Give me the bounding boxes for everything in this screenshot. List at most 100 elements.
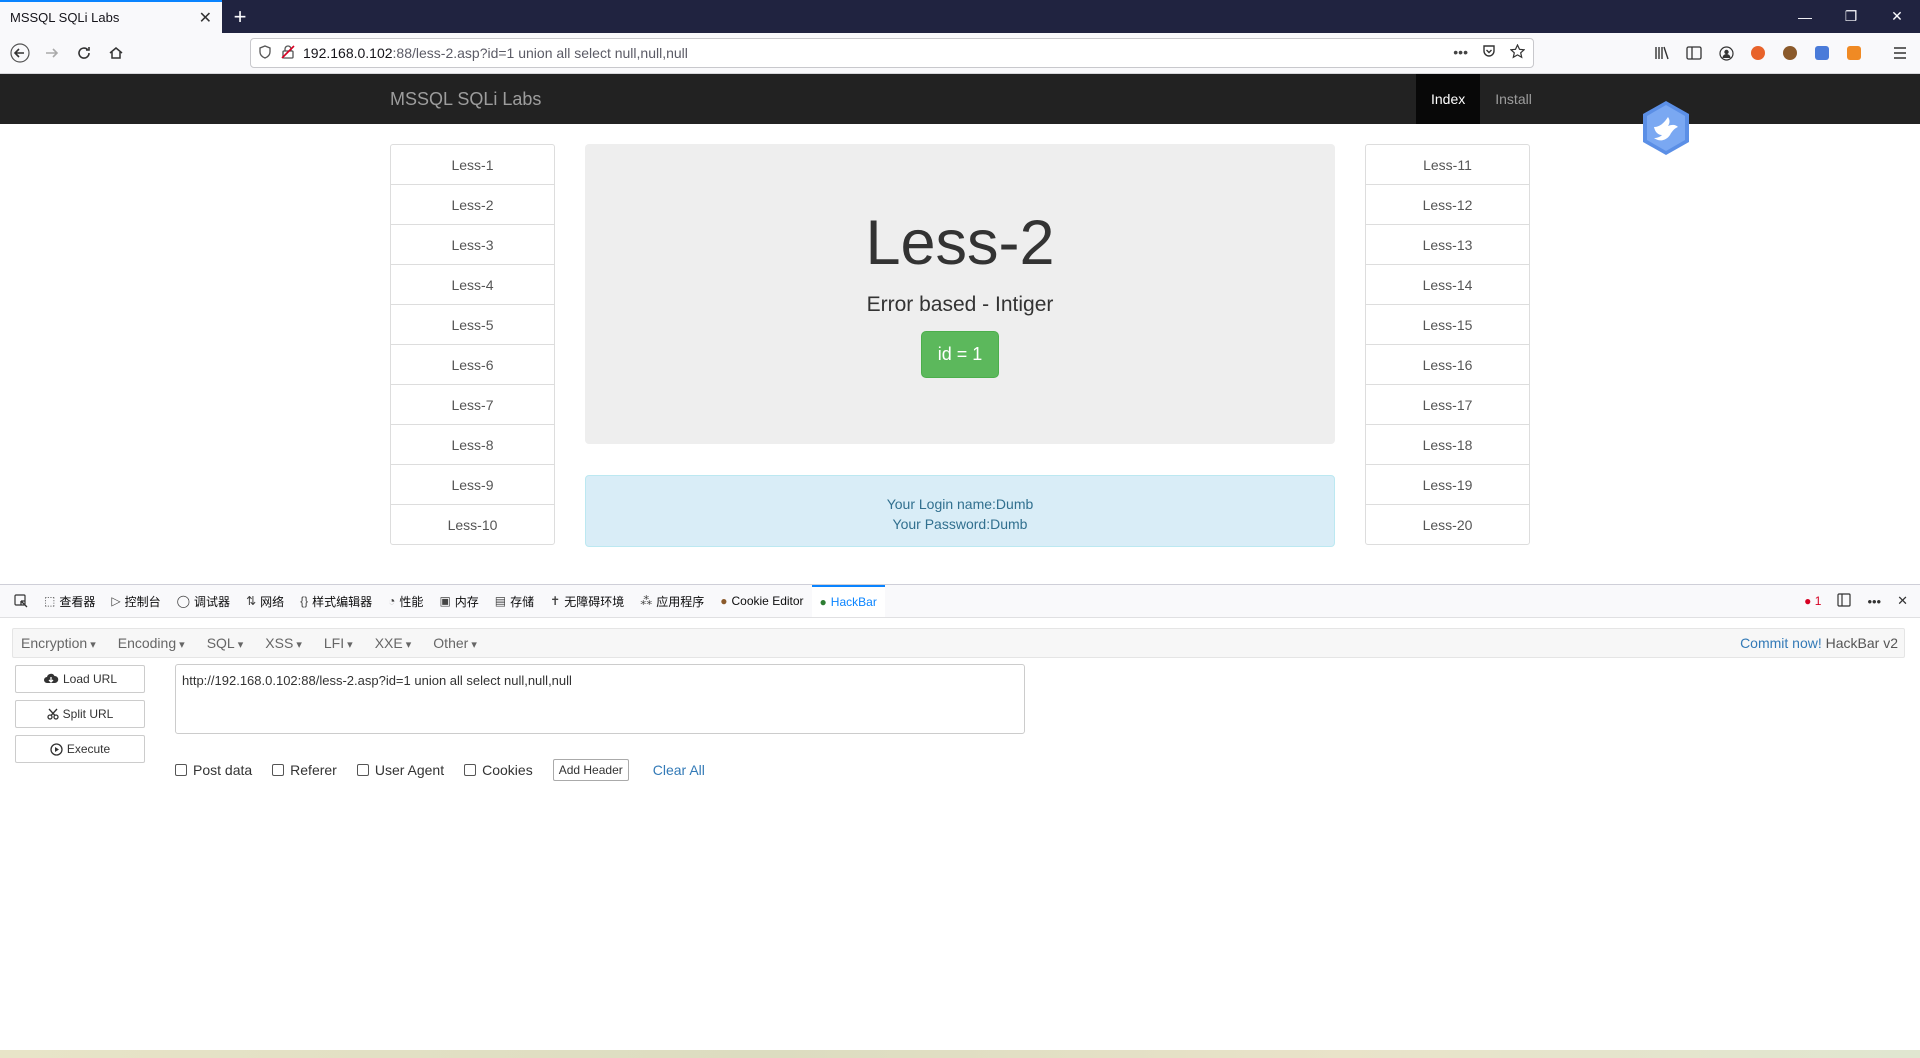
cloud-download-icon — [43, 673, 59, 683]
lesson-link[interactable]: Less-10 — [390, 504, 555, 545]
execute-button[interactable]: Execute — [15, 735, 145, 763]
console-icon: ▷ — [111, 594, 121, 608]
error-count-badge[interactable]: ● 1 — [1804, 594, 1821, 608]
menu-encryption[interactable]: Encryption — [21, 635, 96, 651]
lesson-link[interactable]: Less-7 — [390, 384, 555, 425]
close-tab-icon[interactable]: ✕ — [199, 8, 212, 28]
lesson-link[interactable]: Less-19 — [1365, 464, 1530, 505]
cookies-checkbox[interactable]: Cookies — [464, 762, 533, 778]
extension-icon-1[interactable] — [1746, 39, 1770, 67]
new-tab-button[interactable]: + — [222, 0, 258, 33]
add-header-button[interactable]: Add Header — [552, 759, 629, 781]
lesson-link[interactable]: Less-17 — [1365, 384, 1530, 425]
lesson-link[interactable]: Less-11 — [1365, 144, 1530, 185]
forward-arrow-icon[interactable] — [36, 37, 68, 69]
lesson-link[interactable]: Less-16 — [1365, 344, 1530, 385]
hackbar-icon: ● — [819, 595, 827, 609]
window-controls: — ❐ ✕ — [1782, 0, 1920, 33]
commit-now-link[interactable]: Commit now! — [1740, 635, 1822, 651]
lesson-link[interactable]: Less-8 — [390, 424, 555, 465]
tab-cookie-editor[interactable]: ● Cookie Editor — [712, 585, 811, 617]
lesson-link[interactable]: Less-6 — [390, 344, 555, 385]
back-arrow-icon[interactable] — [4, 37, 36, 69]
nav-index[interactable]: Index — [1416, 74, 1481, 124]
referer-checkbox[interactable]: Referer — [272, 762, 337, 778]
site-navbar: MSSQL SQLi Labs Index Install — [0, 74, 1920, 124]
bird-extension-icon[interactable] — [1640, 99, 1692, 157]
reload-icon[interactable] — [68, 37, 100, 69]
shield-icon[interactable] — [259, 44, 281, 62]
lesson-list-left: Less-1 Less-2 Less-3 Less-4 Less-5 Less-… — [390, 144, 555, 545]
nav-install[interactable]: Install — [1480, 74, 1547, 124]
menu-encoding[interactable]: Encoding — [118, 635, 185, 651]
tab-network[interactable]: ⇅ 网络 — [238, 585, 292, 617]
menu-other[interactable]: Other — [433, 635, 477, 651]
lesson-link[interactable]: Less-20 — [1365, 504, 1530, 545]
lesson-link[interactable]: Less-13 — [1365, 224, 1530, 265]
fox-icon[interactable] — [1842, 39, 1866, 67]
tab-console[interactable]: ▷ 控制台 — [103, 585, 168, 617]
lesson-link[interactable]: Less-18 — [1365, 424, 1530, 465]
tab-hackbar[interactable]: ● HackBar — [811, 585, 885, 617]
lesson-link[interactable]: Less-2 — [390, 184, 555, 225]
tab-memory[interactable]: ▣ 内存 — [431, 585, 486, 617]
lesson-link[interactable]: Less-4 — [390, 264, 555, 305]
insecure-lock-icon[interactable] — [281, 44, 303, 62]
style-editor-icon: {} — [300, 594, 309, 608]
tab-style-editor[interactable]: {} 样式编辑器 — [292, 585, 380, 617]
tab-application[interactable]: ⁂ 应用程序 — [632, 585, 712, 617]
inspector-icon: ⬚ — [44, 594, 56, 608]
lesson-link[interactable]: Less-3 — [390, 224, 555, 265]
sidebar-icon[interactable] — [1682, 39, 1706, 67]
lesson-link[interactable]: Less-9 — [390, 464, 555, 505]
menu-lfi[interactable]: LFI — [324, 635, 353, 651]
browser-tab-bar: MSSQL SQLi Labs ✕ + — ❐ ✕ — [0, 0, 1920, 33]
tab-inspector[interactable]: ⬚ 查看器 — [36, 585, 103, 617]
menu-xss[interactable]: XSS — [265, 635, 302, 651]
load-url-button[interactable]: Load URL — [15, 665, 145, 693]
url-host: 192.168.0.102 — [303, 45, 393, 61]
toolbar-extensions — [1650, 39, 1912, 67]
element-picker-icon[interactable] — [6, 585, 36, 617]
hackbar-url-input[interactable]: http://192.168.0.102:88/less-2.asp?id=1 … — [175, 664, 1025, 734]
tab-debugger[interactable]: ◯ 调试器 — [169, 585, 238, 617]
tab-performance[interactable]: ◔ 性能 — [380, 585, 431, 617]
site-brand[interactable]: MSSQL SQLi Labs — [390, 89, 541, 110]
lesson-link[interactable]: Less-12 — [1365, 184, 1530, 225]
user-agent-checkbox[interactable]: User Agent — [356, 762, 444, 778]
network-icon: ⇅ — [246, 594, 257, 608]
more-options-icon[interactable]: ••• — [1867, 594, 1881, 609]
dock-icon[interactable] — [1837, 592, 1852, 610]
bookmark-star-icon[interactable] — [1509, 43, 1526, 62]
taskbar-strip — [0, 1050, 1920, 1058]
lesson-link[interactable]: Less-5 — [390, 304, 555, 345]
pocket-icon[interactable] — [1482, 44, 1496, 62]
minimize-button[interactable]: — — [1782, 0, 1828, 33]
cookie-icon[interactable] — [1778, 39, 1802, 67]
home-icon[interactable] — [100, 37, 132, 69]
tab-accessibility[interactable]: ✝ 无障碍环境 — [542, 585, 632, 617]
id-button[interactable]: id = 1 — [920, 331, 1000, 378]
page-actions-icon[interactable]: ••• — [1453, 44, 1468, 62]
close-devtools-icon[interactable]: ✕ — [1897, 593, 1908, 609]
lesson-link[interactable]: Less-1 — [390, 144, 555, 185]
hackbar-version: HackBar v2 — [1825, 635, 1898, 651]
menu-hamburger-icon[interactable] — [1888, 39, 1912, 67]
debugger-icon: ◯ — [176, 594, 191, 608]
close-window-button[interactable]: ✕ — [1874, 0, 1920, 33]
url-bar[interactable]: 192.168.0.102:88/less-2.asp?id=1 union a… — [250, 38, 1534, 68]
menu-sql[interactable]: SQL — [207, 635, 244, 651]
browser-tab-active[interactable]: MSSQL SQLi Labs ✕ — [0, 0, 222, 33]
clear-all-link[interactable]: Clear All — [653, 762, 705, 778]
post-data-checkbox[interactable]: Post data — [175, 762, 252, 778]
lesson-link[interactable]: Less-15 — [1365, 304, 1530, 345]
translate-icon[interactable] — [1810, 39, 1834, 67]
menu-xxe[interactable]: XXE — [375, 635, 412, 651]
library-icon[interactable] — [1650, 39, 1674, 67]
account-icon[interactable] — [1714, 39, 1738, 67]
lesson-link[interactable]: Less-14 — [1365, 264, 1530, 305]
tab-storage[interactable]: ▤ 存储 — [487, 585, 542, 617]
restore-button[interactable]: ❐ — [1828, 0, 1874, 33]
login-name-text: Your Login name:Dumb — [886, 496, 1034, 512]
split-url-button[interactable]: Split URL — [15, 700, 145, 728]
